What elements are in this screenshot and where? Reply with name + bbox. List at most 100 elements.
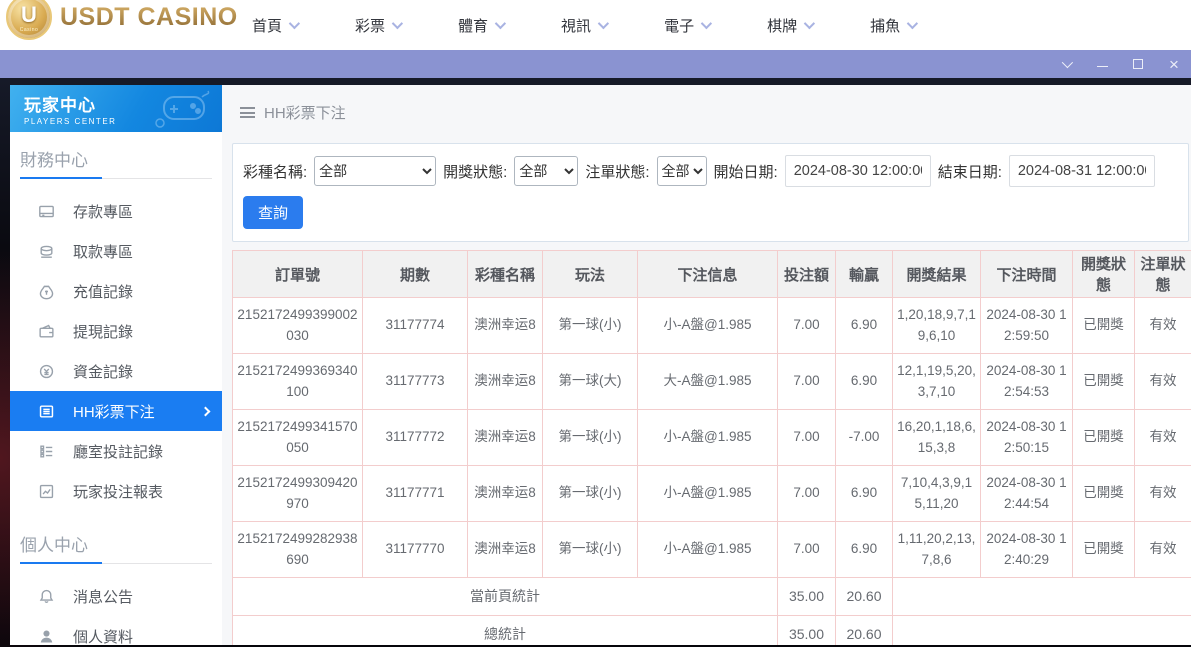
table-cell: 第一球(大) — [543, 354, 638, 410]
table-cell: 已開獎 — [1073, 298, 1135, 354]
column-header: 下注時間 — [981, 251, 1073, 298]
lottery-name-select[interactable]: 全部 — [314, 156, 436, 186]
sidebar-section: 財務中心 存款專區 取款專區 充值記錄 — [10, 146, 222, 517]
withdraw-icon — [38, 243, 55, 260]
table-cell: 2152172499282938690 — [233, 522, 363, 578]
nav-item-label: 棋牌 — [767, 15, 797, 36]
brand-name: USDT CASINO — [60, 3, 238, 32]
nav-item-label: 視訊 — [561, 15, 591, 36]
sidebar-item-label: 個人資料 — [73, 626, 133, 647]
table-cell: 有效 — [1135, 354, 1191, 410]
table-cell: 已開獎 — [1073, 354, 1135, 410]
deposit-icon — [38, 203, 55, 220]
summary-empty — [893, 578, 1191, 616]
sidebar-item[interactable]: 消息公告 — [10, 576, 222, 616]
table-header-row: 訂單號期數彩種名稱玩法下注信息投注額輸贏開獎結果下注時間開獎狀態注單狀態 — [233, 251, 1191, 298]
sidebar-item-label: 存款專區 — [73, 201, 133, 222]
table-cell: 2024-08-30 12:40:29 — [981, 522, 1073, 578]
sidebar-item[interactable]: 廳室投註記錄 — [10, 431, 222, 471]
sidebar-item[interactable]: 個人資料 — [10, 616, 222, 647]
summary-winloss-total: 20.60 — [836, 616, 893, 646]
nav-item-label: 捕魚 — [870, 15, 900, 36]
summary-empty — [893, 616, 1191, 646]
start-date-input[interactable] — [785, 155, 931, 187]
nav-item[interactable]: 體育 — [458, 15, 503, 36]
sidebar-section-title: 財務中心 — [20, 146, 212, 171]
section-underline — [20, 178, 212, 179]
section-underline — [20, 563, 212, 564]
table-cell: 小-A盤@1.985 — [638, 466, 778, 522]
table-cell: 有效 — [1135, 410, 1191, 466]
summary-label: 當前頁統計 — [233, 578, 778, 616]
sidebar-sections: 財務中心 存款專區 取款專區 充值記錄 — [10, 146, 222, 647]
order-status-label: 注單狀態: — [585, 161, 649, 182]
table-cell: 2152172499341570050 — [233, 410, 363, 466]
table-cell: 7.00 — [778, 354, 836, 410]
sidebar-item[interactable]: 取款專區 — [10, 231, 222, 271]
end-date-label: 結束日期: — [938, 161, 1002, 182]
chevron-down-icon — [804, 18, 815, 29]
table-cell: 2024-08-30 12:50:15 — [981, 410, 1073, 466]
sidebar-item[interactable]: 存款專區 — [10, 191, 222, 231]
top-navigation: U Casino USDT CASINO 首頁 彩票 體育 視訊 — [0, 0, 1191, 50]
close-button[interactable]: × — [1163, 53, 1185, 75]
minimize-button[interactable] — [1091, 53, 1113, 75]
query-button[interactable]: 查詢 — [243, 196, 303, 229]
button-row: 查詢 — [243, 196, 1178, 229]
nav-item[interactable]: 棋牌 — [767, 15, 812, 36]
table-cell: 有效 — [1135, 298, 1191, 354]
chevron-down-icon — [392, 18, 403, 29]
filter-row: 彩種名稱: 全部 開獎狀態: 全部 注單狀態: 全部 開始日期: 結束日期: — [243, 155, 1178, 187]
chevron-down-icon — [289, 18, 300, 29]
column-header: 開獎結果 — [893, 251, 981, 298]
bets-table: 訂單號期數彩種名稱玩法下注信息投注額輸贏開獎結果下注時間開獎狀態注單狀態 215… — [232, 250, 1191, 645]
cashout-icon — [38, 323, 55, 340]
chevron-down-icon — [701, 18, 712, 29]
sidebar-item[interactable]: HH彩票下注 — [10, 391, 222, 431]
sidebar-item-label: 充值記錄 — [73, 281, 133, 302]
table-cell: 12,1,19,5,20,3,7,10 — [893, 354, 981, 410]
collapse-button[interactable] — [1055, 53, 1077, 75]
nav-item[interactable]: 電子 — [664, 15, 709, 36]
column-header: 訂單號 — [233, 251, 363, 298]
nav-item[interactable]: 彩票 — [355, 15, 400, 36]
chevron-down-icon — [598, 18, 609, 29]
maximize-button[interactable] — [1127, 53, 1149, 75]
order-status-select[interactable]: 全部 — [657, 156, 707, 186]
sidebar-item[interactable]: 資金記錄 — [10, 351, 222, 391]
table-cell: 1,20,18,9,7,19,6,10 — [893, 298, 981, 354]
table-cell: 2152172499369340100 — [233, 354, 363, 410]
nav-item[interactable]: 捕魚 — [870, 15, 915, 36]
table-cell: 7.00 — [778, 522, 836, 578]
column-header: 下注信息 — [638, 251, 778, 298]
sidebar-item[interactable]: 提現記錄 — [10, 311, 222, 351]
chevron-down-icon — [1062, 57, 1073, 68]
table-cell: 第一球(小) — [543, 298, 638, 354]
column-header: 期數 — [363, 251, 468, 298]
coin-subtext: Casino — [8, 27, 50, 33]
summary-row: 總統計35.0020.60 — [233, 616, 1191, 646]
table-row: 215217249928293869031177770澳洲幸运8第一球(小)小-… — [233, 522, 1191, 578]
table-cell: 小-A盤@1.985 — [638, 522, 778, 578]
coin-logo-icon: U Casino — [6, 0, 52, 40]
table-cell: 已開獎 — [1073, 522, 1135, 578]
sidebar-item[interactable]: 玩家投注報表 — [10, 471, 222, 511]
table-cell: 第一球(小) — [543, 410, 638, 466]
nav-item[interactable]: 視訊 — [561, 15, 606, 36]
sidebar-header: 玩家中心 PLAYERS CENTER — [10, 85, 222, 132]
sidebar-item[interactable]: 充值記錄 — [10, 271, 222, 311]
draw-status-label: 開獎狀態: — [443, 161, 507, 182]
breadcrumb: HH彩票下注 — [232, 85, 1189, 123]
menu-icon[interactable] — [240, 107, 255, 118]
summary-winloss-total: 20.60 — [836, 578, 893, 616]
summary-bet-total: 35.00 — [778, 578, 836, 616]
brand-logo[interactable]: U Casino USDT CASINO — [6, 0, 238, 40]
table-cell: 第一球(小) — [543, 466, 638, 522]
table-cell: 31177771 — [363, 466, 468, 522]
nav-item-label: 電子 — [664, 15, 694, 36]
nav-item[interactable]: 首頁 — [252, 15, 297, 36]
table-cell: 小-A盤@1.985 — [638, 410, 778, 466]
table-cell: 第一球(小) — [543, 522, 638, 578]
end-date-input[interactable] — [1009, 155, 1155, 187]
draw-status-select[interactable]: 全部 — [514, 156, 578, 186]
